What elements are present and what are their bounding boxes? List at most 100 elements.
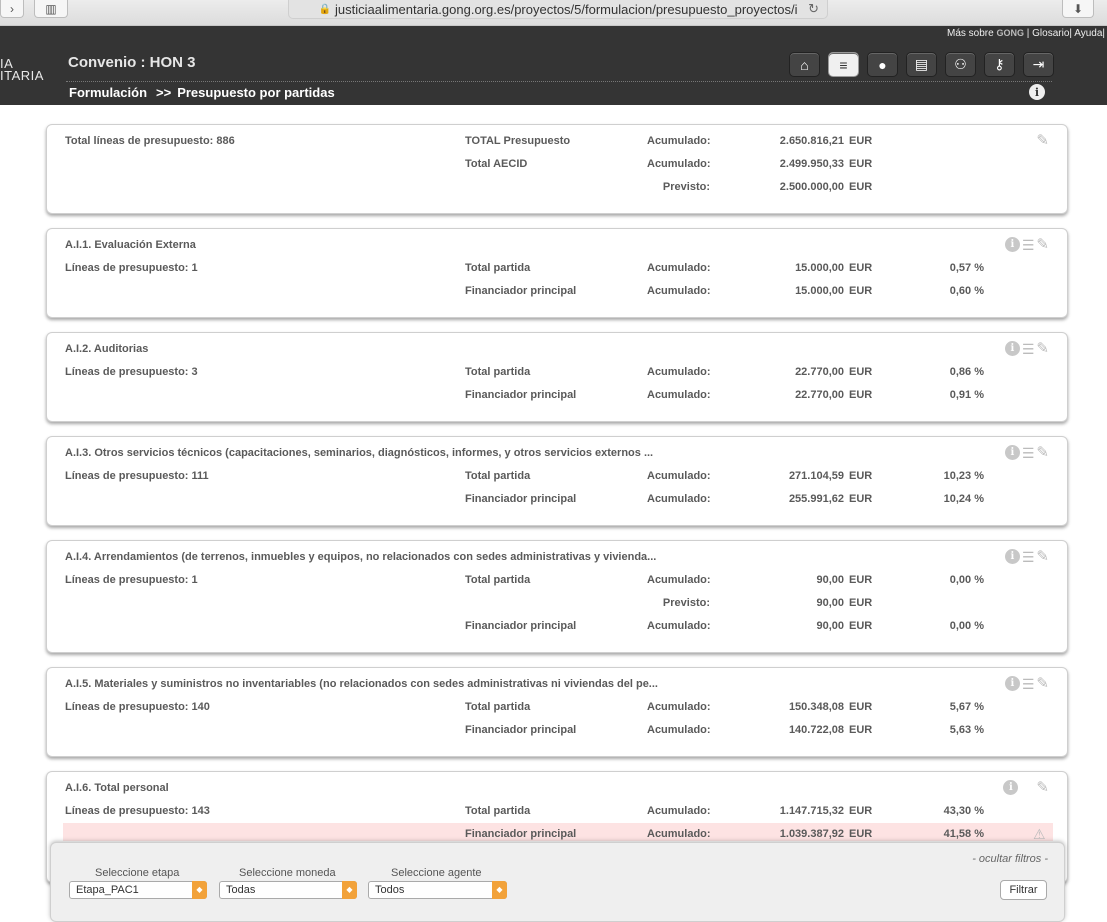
budget-item-card: A.I.3. Otros servicios técnicos (capacit… bbox=[46, 436, 1068, 526]
logo[interactable]: IA ITARIA bbox=[0, 57, 44, 83]
summary-label: TOTAL Presupuesto bbox=[465, 135, 571, 147]
card-actions: i ☰ ✎ bbox=[1004, 549, 1049, 564]
warning-icon: ⚠ bbox=[1033, 826, 1046, 842]
card-actions: ✎ bbox=[1036, 133, 1049, 148]
database-icon[interactable]: ≡ bbox=[828, 52, 859, 77]
wallet-icon[interactable]: ▤ bbox=[906, 52, 937, 77]
list-icon[interactable]: ☰ bbox=[1022, 446, 1035, 460]
reload-icon[interactable]: ↻ bbox=[808, 1, 819, 17]
row-kind: Acumulado: bbox=[647, 389, 711, 401]
info-icon[interactable]: i bbox=[1004, 676, 1020, 691]
row-percent: 0,86 % bbox=[949, 366, 984, 378]
budget-item-card: A.I.5. Materiales y suministros no inven… bbox=[46, 667, 1068, 757]
row-percent: 5,67 % bbox=[949, 701, 984, 713]
row-currency: EUR bbox=[849, 285, 873, 297]
url-text: justiciaalimentaria.gong.org.es/proyecto… bbox=[334, 1, 798, 17]
card-actions: i ☰ ✎ bbox=[1004, 676, 1049, 691]
etapa-select[interactable]: Etapa_PAC1 ◆ bbox=[69, 881, 207, 899]
info-icon[interactable]: i bbox=[1029, 84, 1045, 100]
row-percent: 0,00 % bbox=[949, 620, 984, 632]
etapa-value: Etapa_PAC1 bbox=[76, 884, 139, 896]
users-icon[interactable]: ⚇ bbox=[945, 52, 976, 77]
row-kind: Acumulado: bbox=[647, 805, 711, 817]
info-icon[interactable]: i bbox=[1004, 341, 1020, 356]
row-label: Financiador principal bbox=[465, 285, 577, 297]
item-lines: Líneas de presupuesto: 143 bbox=[65, 805, 210, 817]
list-icon[interactable]: ☰ bbox=[1022, 342, 1035, 356]
breadcrumb: Formulación >> Presupuesto por partidas bbox=[69, 85, 335, 100]
item-title[interactable]: A.I.5. Materiales y suministros no inven… bbox=[65, 678, 658, 690]
row-label: Total partida bbox=[465, 366, 531, 378]
pencil-icon[interactable]: ✎ bbox=[1036, 237, 1049, 252]
item-title[interactable]: A.I.1. Evaluación Externa bbox=[65, 239, 196, 251]
list-icon[interactable]: ☰ bbox=[1022, 550, 1035, 564]
list-icon[interactable]: ☰ bbox=[1022, 238, 1035, 252]
item-title[interactable]: A.I.3. Otros servicios técnicos (capacit… bbox=[65, 447, 653, 459]
item-title[interactable]: A.I.4. Arrendamientos (de terrenos, inmu… bbox=[65, 551, 656, 563]
row-label: Financiador principal bbox=[465, 724, 577, 736]
pencil-icon[interactable]: ✎ bbox=[1036, 341, 1049, 356]
item-title[interactable]: A.I.6. Total personal bbox=[65, 782, 169, 794]
info-icon[interactable]: i bbox=[1003, 780, 1019, 795]
item-lines: Líneas de presupuesto: 1 bbox=[65, 574, 198, 586]
summary-label: Total AECID bbox=[465, 158, 528, 170]
row-kind: Acumulado: bbox=[647, 701, 711, 713]
row-percent: 43,30 % bbox=[943, 805, 984, 817]
row-currency: EUR bbox=[849, 701, 873, 713]
lock-icon: 🔒 bbox=[318, 3, 331, 15]
row-amount: 15.000,00 bbox=[795, 262, 844, 274]
key-icon[interactable]: ⚷ bbox=[984, 52, 1015, 77]
info-icon[interactable]: i bbox=[1004, 237, 1020, 252]
download-icon[interactable]: ⬇ bbox=[1062, 0, 1094, 18]
home-icon[interactable]: ⌂ bbox=[789, 52, 820, 77]
row-amount: 90,00 bbox=[816, 620, 844, 632]
back-icon[interactable]: › bbox=[0, 0, 24, 18]
sidebar-toggle-icon[interactable]: ▥ bbox=[34, 0, 68, 18]
budget-summary-card: Total líneas de presupuesto: 886 TOTAL P… bbox=[46, 124, 1068, 214]
moneda-select[interactable]: Todas ◆ bbox=[219, 881, 357, 899]
gong-brand[interactable]: GONG bbox=[996, 28, 1024, 38]
filter-button[interactable]: Filtrar bbox=[1000, 880, 1047, 900]
agente-select[interactable]: Todos ◆ bbox=[368, 881, 507, 899]
row-currency: EUR bbox=[849, 262, 873, 274]
info-icon[interactable]: i bbox=[1004, 549, 1020, 564]
glossary-help-links[interactable]: | Glosario| Ayuda| bbox=[1027, 28, 1105, 39]
item-title[interactable]: A.I.2. Auditorias bbox=[65, 343, 148, 355]
summary-kind: Previsto: bbox=[662, 181, 710, 193]
row-amount: 1.039.387,92 bbox=[779, 828, 844, 840]
app-header: IA ITARIA Más sobre GONG | Glosario| Ayu… bbox=[0, 26, 1107, 105]
filter-panel: - ocultar filtros - Seleccione etapa Eta… bbox=[50, 842, 1065, 922]
row-kind: Acumulado: bbox=[647, 493, 711, 505]
row-kind: Acumulado: bbox=[647, 828, 711, 840]
item-lines: Líneas de presupuesto: 140 bbox=[65, 701, 210, 713]
top-links: Más sobre GONG | Glosario| Ayuda| bbox=[947, 28, 1105, 39]
row-currency: EUR bbox=[849, 805, 873, 817]
row-currency: EUR bbox=[849, 597, 873, 609]
hide-filters-link[interactable]: - ocultar filtros - bbox=[972, 853, 1048, 865]
pencil-icon[interactable]: ✎ bbox=[1036, 549, 1049, 564]
pencil-icon[interactable]: ✎ bbox=[1036, 780, 1049, 795]
more-about-link[interactable]: Más sobre bbox=[947, 28, 994, 39]
pencil-icon[interactable]: ✎ bbox=[1036, 133, 1049, 148]
exit-icon[interactable]: ⇥ bbox=[1023, 52, 1054, 77]
pencil-icon[interactable]: ✎ bbox=[1036, 445, 1049, 460]
pencil-icon[interactable]: ✎ bbox=[1036, 676, 1049, 691]
item-lines: Líneas de presupuesto: 3 bbox=[65, 366, 198, 378]
row-kind: Acumulado: bbox=[647, 574, 711, 586]
row-kind: Acumulado: bbox=[647, 285, 711, 297]
row-percent: 0,57 % bbox=[949, 262, 984, 274]
logo-text-2: ITARIA bbox=[0, 68, 44, 83]
row-kind: Acumulado: bbox=[647, 724, 711, 736]
breadcrumb-section[interactable]: Formulación bbox=[69, 85, 147, 100]
row-percent: 0,00 % bbox=[949, 574, 984, 586]
summary-kind: Acumulado: bbox=[647, 135, 711, 147]
card-actions: i ☰ ✎ bbox=[1004, 341, 1049, 356]
row-amount: 22.770,00 bbox=[795, 389, 844, 401]
summary-amount: 2.650.816,21 bbox=[779, 135, 844, 147]
summary-currency: EUR bbox=[849, 181, 873, 193]
list-icon[interactable]: ☰ bbox=[1022, 677, 1035, 691]
address-bar[interactable]: 🔒 justiciaalimentaria.gong.org.es/proyec… bbox=[288, 0, 828, 19]
user-icon[interactable]: ● bbox=[867, 52, 898, 77]
info-icon[interactable]: i bbox=[1004, 445, 1020, 460]
item-lines: Líneas de presupuesto: 111 bbox=[65, 470, 209, 482]
